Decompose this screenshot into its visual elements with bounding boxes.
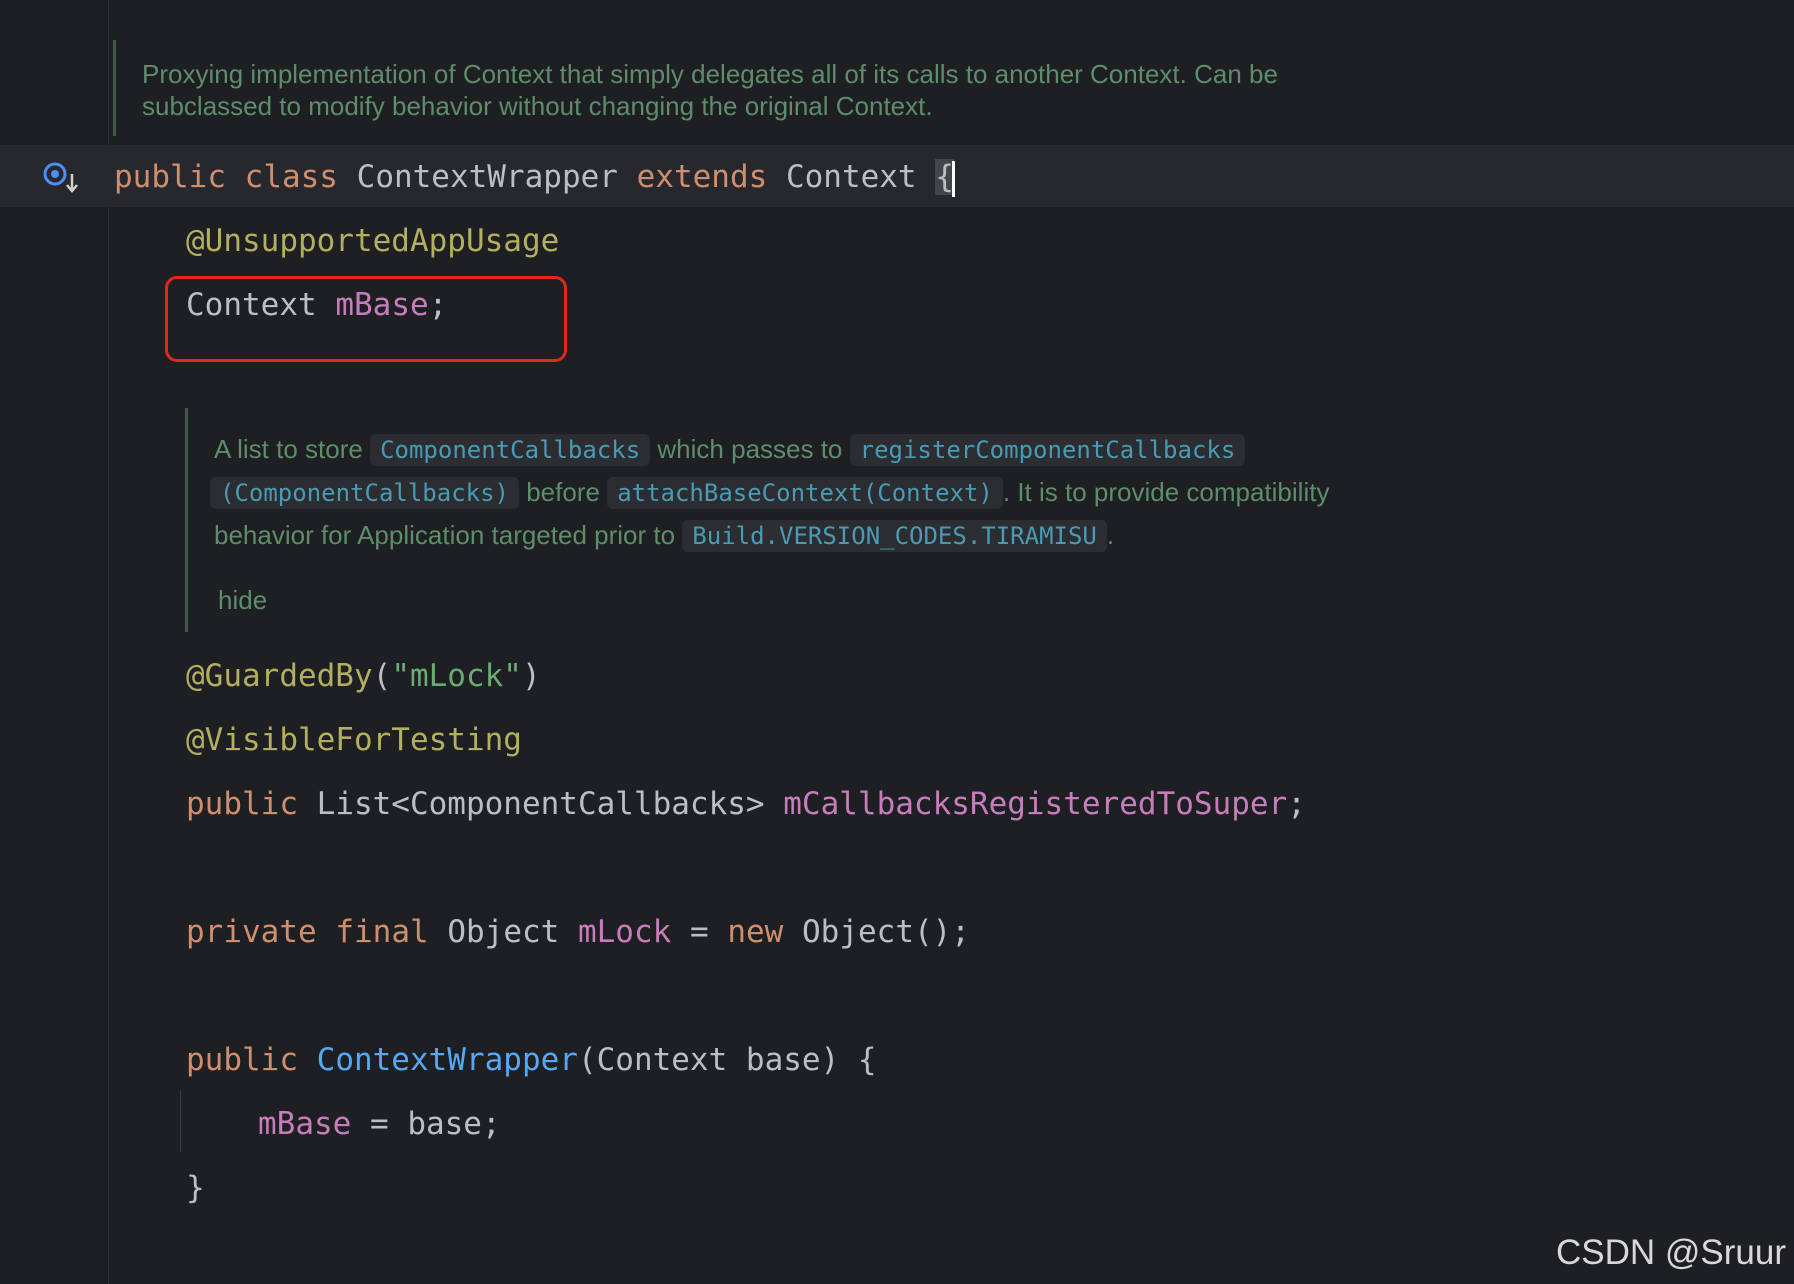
text-caret	[951, 160, 955, 197]
code-chip[interactable]: registerComponentCallbacks	[849, 434, 1246, 466]
closing-brace: }	[186, 1170, 205, 1206]
field-name: mCallbacksRegisteredToSuper	[783, 786, 1288, 822]
annotation-guardedby: @GuardedBy("mLock")	[186, 658, 541, 694]
annotation: @UnsupportedAppUsage	[186, 223, 560, 259]
keyword: extends	[636, 159, 768, 195]
annotation: @VisibleForTesting	[186, 722, 522, 758]
keyword: public	[186, 786, 298, 822]
keyword: public	[186, 1042, 298, 1078]
doc-comment-class: Proxying implementation of Context that …	[142, 58, 1278, 122]
field-callbacks-declaration[interactable]: public List<ComponentCallbacks> mCallbac…	[186, 784, 1306, 824]
doc-line: Proxying implementation of Context that …	[142, 59, 1278, 89]
keyword: class	[244, 159, 338, 195]
keyword: new	[727, 914, 784, 950]
doc-line: behavior for Application targeted prior …	[214, 520, 1115, 552]
doc-comment-bar	[113, 40, 116, 136]
constructor-signature[interactable]: public ContextWrapper(Context base) {	[186, 1040, 877, 1080]
constructor-name: ContextWrapper	[316, 1042, 578, 1078]
keyword: public	[114, 159, 226, 195]
keyword: final	[335, 914, 429, 950]
doc-comment-bar	[185, 408, 188, 632]
code-chip[interactable]: ComponentCallbacks	[370, 434, 651, 466]
parent-class: Context	[785, 159, 917, 195]
params: (Context base) {	[577, 1042, 877, 1078]
code-chip[interactable]: Build.VERSION_CODES.TIRAMISU	[682, 520, 1107, 552]
doc-line: (ComponentCallbacks) before attachBaseCo…	[210, 471, 1329, 514]
code-chip[interactable]: (ComponentCallbacks)	[210, 477, 519, 509]
type: Object	[447, 914, 560, 950]
doc-comment-callbacks: A list to store ComponentCallbacks which…	[210, 428, 1329, 621]
field-mlock-declaration[interactable]: private final Object mLock = new Object(…	[186, 912, 970, 952]
code-chip[interactable]: attachBaseContext(Context)	[607, 477, 1003, 509]
field-name: mLock	[577, 914, 672, 950]
implementations-gutter-icon[interactable]	[42, 160, 82, 196]
watermark: CSDN @Sruur	[1555, 1233, 1786, 1272]
class-name: ContextWrapper	[356, 159, 618, 195]
highlight-box	[165, 276, 567, 362]
constructor-body-line[interactable]: mBase = base;	[258, 1104, 501, 1144]
type: List<ComponentCallbacks>	[316, 786, 765, 822]
doc-line: A list to store ComponentCallbacks which…	[214, 428, 1329, 471]
doc-hide-tag: hide	[218, 585, 268, 615]
annotation: @GuardedBy	[186, 658, 373, 694]
doc-line: subclassed to modify behavior without ch…	[142, 91, 933, 121]
class-declaration[interactable]: public class ContextWrapper extends Cont…	[114, 157, 955, 197]
field-name: mBase	[258, 1106, 352, 1142]
string-literal: "mLock"	[391, 658, 522, 694]
indent-guide	[180, 1090, 181, 1152]
keyword: private	[186, 914, 317, 950]
